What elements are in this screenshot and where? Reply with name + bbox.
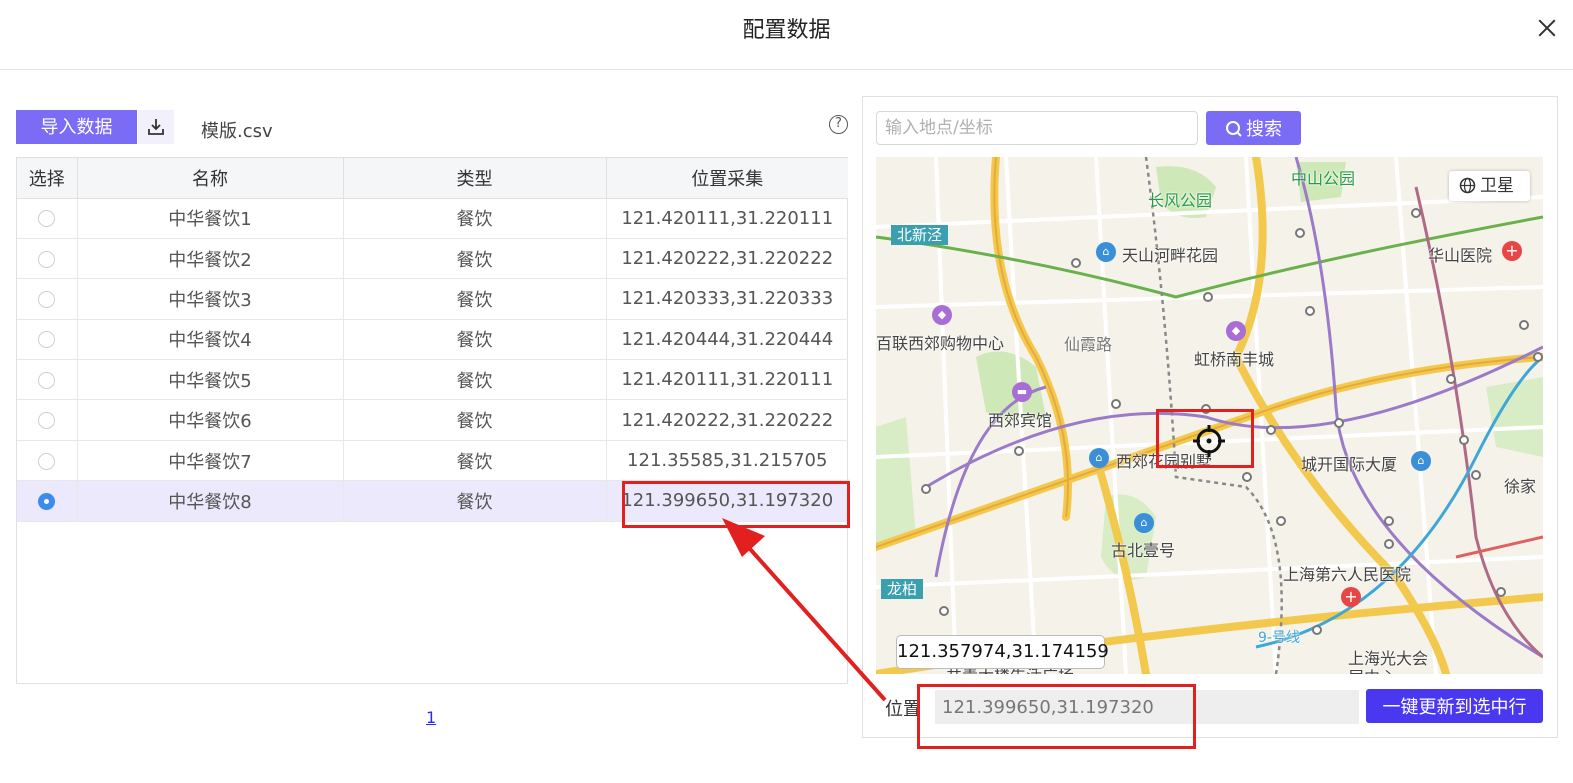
annotation-arrow	[722, 518, 887, 702]
